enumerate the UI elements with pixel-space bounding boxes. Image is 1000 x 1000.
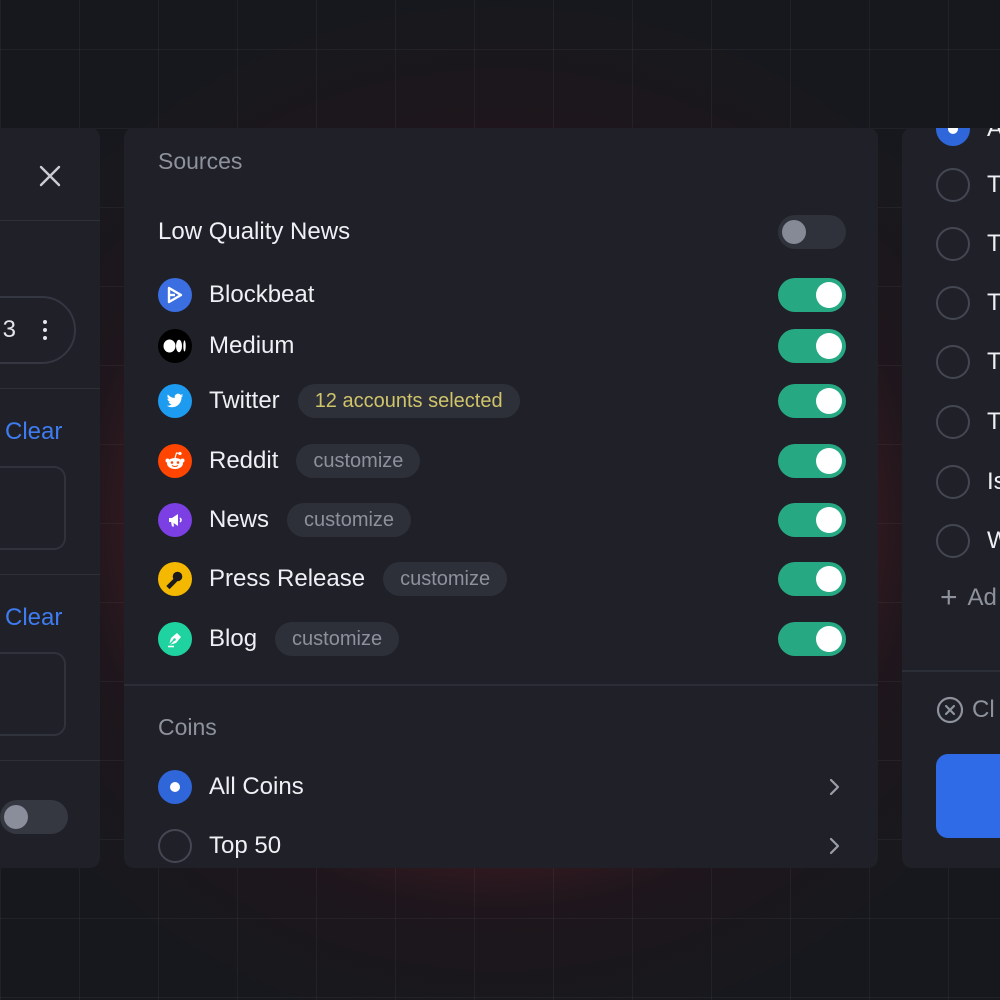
customize-tag[interactable]: customize (275, 622, 400, 656)
divider (0, 574, 100, 575)
source-row-twitter: Twitter 12 accounts selected (158, 384, 520, 418)
coin-option-all-coins[interactable]: All Coins (158, 770, 844, 804)
layer-pill-label: e 3 (0, 316, 16, 343)
right-option[interactable]: T (936, 227, 1000, 261)
right-option-label: W (987, 527, 1000, 554)
radio-selected[interactable] (936, 128, 970, 146)
add-option-label: Ad (967, 584, 997, 611)
sources-panel: Sources Low Quality News Blockbeat Mediu… (124, 128, 878, 868)
layer-pill[interactable]: e 3 (0, 296, 76, 364)
right-option[interactable]: A (936, 128, 1000, 146)
clear-button[interactable]: Cl (936, 696, 995, 724)
radio-unselected[interactable] (936, 405, 970, 439)
clear-link[interactable]: Clear (5, 604, 62, 632)
divider (0, 220, 100, 221)
coins-title: Coins (158, 714, 217, 740)
source-label: Blockbeat (209, 281, 315, 308)
chevron-right-icon[interactable] (824, 777, 844, 797)
add-option-button[interactable]: + Ad (940, 581, 997, 614)
right-option-label: A (987, 128, 1000, 142)
apply-button[interactable] (936, 754, 1000, 838)
radio-unselected[interactable] (936, 286, 970, 320)
right-option[interactable]: T (936, 405, 1000, 439)
right-option[interactable]: Is (936, 465, 1000, 499)
right-option-label: T (987, 171, 1000, 198)
right-option-label: T (987, 230, 1000, 257)
chevron-right-icon[interactable] (824, 836, 844, 856)
coin-option-label: Top 50 (209, 832, 282, 859)
low-quality-news-toggle[interactable] (778, 215, 846, 249)
blockbeat-toggle[interactable] (778, 278, 846, 312)
left-panel: e 3 Clear Clear (0, 128, 100, 868)
radio-unselected[interactable] (936, 168, 970, 202)
reddit-toggle[interactable] (778, 444, 846, 478)
divider (902, 670, 1000, 672)
divider (0, 388, 100, 389)
section-divider (124, 684, 878, 686)
source-label: Twitter (209, 387, 280, 414)
right-option-label: T (987, 408, 1000, 435)
right-option[interactable]: T (936, 168, 1000, 202)
accounts-selected-tag[interactable]: 12 accounts selected (297, 384, 520, 418)
twitter-toggle[interactable] (778, 384, 846, 418)
right-option[interactable]: T (936, 286, 1000, 320)
customize-tag[interactable]: customize (383, 562, 508, 596)
more-vertical-icon[interactable] (42, 320, 48, 342)
right-option-label: Is (987, 468, 1000, 495)
clear-link[interactable]: Clear (5, 418, 62, 446)
customize-tag[interactable]: customize (287, 503, 412, 537)
twitter-icon (158, 384, 192, 418)
source-row-news: News customize (158, 503, 412, 537)
blockbeat-icon (158, 278, 192, 312)
source-row-medium: Medium (158, 329, 294, 363)
microphone-icon (158, 562, 192, 596)
source-row-press-release: Press Release customize (158, 562, 508, 596)
right-option-label: T (987, 289, 1000, 316)
radio-unselected[interactable] (158, 829, 192, 863)
radio-unselected[interactable] (936, 524, 970, 558)
blog-toggle[interactable] (778, 622, 846, 656)
source-row-blog: Blog customize (158, 622, 400, 656)
plus-icon: + (940, 581, 958, 614)
medium-toggle[interactable] (778, 329, 846, 363)
low-quality-news-label: Low Quality News (158, 218, 351, 245)
filter-box[interactable] (0, 466, 66, 550)
source-row-blockbeat: Blockbeat (158, 278, 314, 312)
right-option-label: T (987, 348, 1000, 375)
customize-tag[interactable]: customize (296, 444, 421, 478)
pen-nib-icon (158, 622, 192, 656)
press-release-toggle[interactable] (778, 562, 846, 596)
reddit-icon (158, 444, 192, 478)
sources-title: Sources (158, 148, 243, 174)
right-option[interactable]: T (936, 345, 1000, 379)
source-label: Press Release (209, 565, 366, 592)
source-label: Reddit (209, 447, 279, 474)
source-row-reddit: Reddit customize (158, 444, 421, 478)
source-label: Medium (209, 332, 295, 359)
radio-unselected[interactable] (936, 465, 970, 499)
coin-option-label: All Coins (209, 773, 304, 800)
source-label: Blog (209, 625, 258, 652)
filter-box[interactable] (0, 652, 66, 736)
clear-label: Cl (972, 696, 995, 723)
news-toggle[interactable] (778, 503, 846, 537)
coin-option-top-50[interactable]: Top 50 (158, 829, 844, 863)
radio-unselected[interactable] (936, 227, 970, 261)
close-circle-icon (936, 696, 964, 724)
megaphone-icon (158, 503, 192, 537)
source-label: News (209, 506, 270, 533)
divider (0, 760, 100, 761)
right-panel: A T T T T T Is W + Ad Cl (902, 128, 1000, 868)
radio-unselected[interactable] (936, 345, 970, 379)
medium-icon (158, 329, 192, 363)
right-option[interactable]: W (936, 524, 1000, 558)
close-icon[interactable] (38, 164, 62, 188)
toggle-switch[interactable] (0, 800, 68, 834)
radio-selected[interactable] (158, 770, 192, 804)
